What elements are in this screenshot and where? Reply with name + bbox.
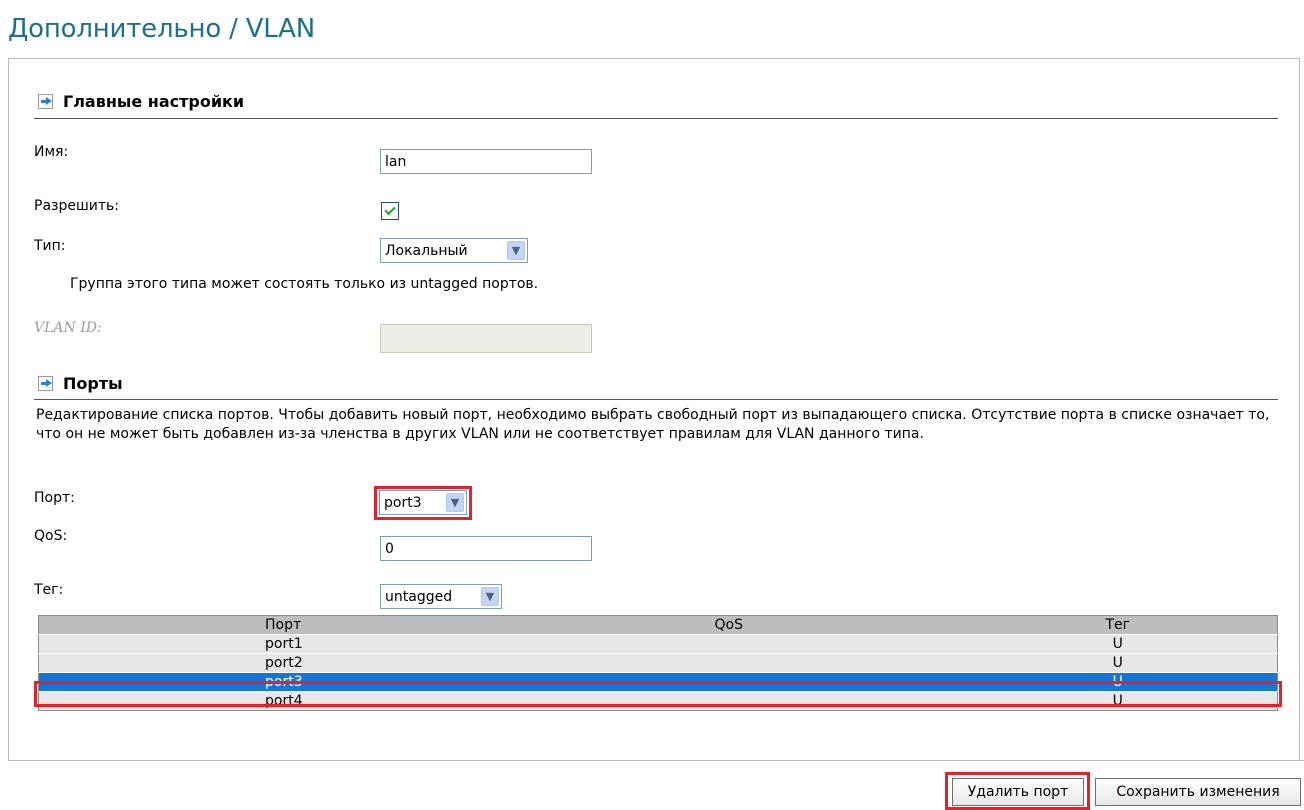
chevron-down-icon[interactable]: ▼ <box>507 241 525 260</box>
section-ports: Порты <box>38 372 123 394</box>
enable-label: Разрешить: <box>34 198 119 214</box>
vlan-id-field <box>380 324 592 353</box>
section-main-settings-title: Главные настройки <box>63 91 245 111</box>
vlan-id-label: VLAN ID: <box>34 320 102 336</box>
ports-description: Редактирование списка портов. Чтобы доба… <box>36 407 1270 442</box>
table-row[interactable]: port1 U <box>38 634 1278 654</box>
cell-tag: U <box>958 672 1278 692</box>
cell-port: port4 <box>38 691 629 711</box>
chevron-down-icon[interactable]: ▼ <box>481 587 499 606</box>
cell-tag: U <box>958 634 1278 654</box>
cell-port: port1 <box>38 634 629 654</box>
type-select[interactable]: Локальный ▼ <box>380 238 528 263</box>
column-header-qos: QoS <box>628 615 959 635</box>
name-label: Имя: <box>34 144 69 160</box>
arrow-right-icon <box>38 375 53 391</box>
cell-port: port3 <box>38 672 629 692</box>
cell-qos <box>628 634 959 654</box>
name-field-value: lan <box>385 154 407 170</box>
chevron-down-icon[interactable]: ▼ <box>446 493 464 512</box>
table-row[interactable]: port2 U <box>38 653 1278 673</box>
section-ports-title: Порты <box>63 373 123 393</box>
check-icon <box>384 203 396 216</box>
page-title: Дополнительно / VLAN <box>8 14 316 44</box>
qos-field-value: 0 <box>385 541 394 557</box>
table-header: Порт QoS Тег <box>38 615 1278 635</box>
cell-qos <box>628 653 959 673</box>
type-label: Тип: <box>34 238 66 254</box>
table-row-selected[interactable]: port3 U <box>38 672 1278 692</box>
column-header-port: Порт <box>38 615 629 635</box>
tag-select[interactable]: untagged ▼ <box>380 584 502 609</box>
qos-label: QoS: <box>34 528 68 544</box>
delete-port-button[interactable]: Удалить порт <box>952 778 1084 806</box>
tag-label: Тег: <box>34 582 64 598</box>
panel-divider <box>8 760 1304 761</box>
port-label: Порт: <box>34 490 75 506</box>
port-select-value: port3 <box>384 494 422 511</box>
table-row[interactable]: port4 U <box>38 691 1278 711</box>
column-header-tag: Тег <box>958 615 1278 635</box>
qos-field[interactable]: 0 <box>380 536 592 561</box>
section-main-settings: Главные настройки <box>38 90 244 112</box>
type-note: Группа этого типа может состоять только … <box>70 276 539 292</box>
section-divider <box>34 399 1278 400</box>
cell-tag: U <box>958 653 1278 673</box>
arrow-right-icon <box>38 93 53 109</box>
name-field[interactable]: lan <box>380 149 592 174</box>
section-divider <box>34 118 1278 119</box>
ports-table: Порт QoS Тег port1 U port2 U port3 U por… <box>38 615 1278 711</box>
cell-port: port2 <box>38 653 629 673</box>
save-changes-button[interactable]: Сохранить изменения <box>1095 778 1301 806</box>
tag-select-value: untagged <box>385 588 453 605</box>
port-select[interactable]: port3 ▼ <box>379 490 467 515</box>
cell-qos <box>628 691 959 711</box>
type-select-value: Локальный <box>385 242 468 259</box>
enable-checkbox[interactable] <box>381 202 399 220</box>
cell-tag: U <box>958 691 1278 711</box>
cell-qos <box>628 672 959 692</box>
